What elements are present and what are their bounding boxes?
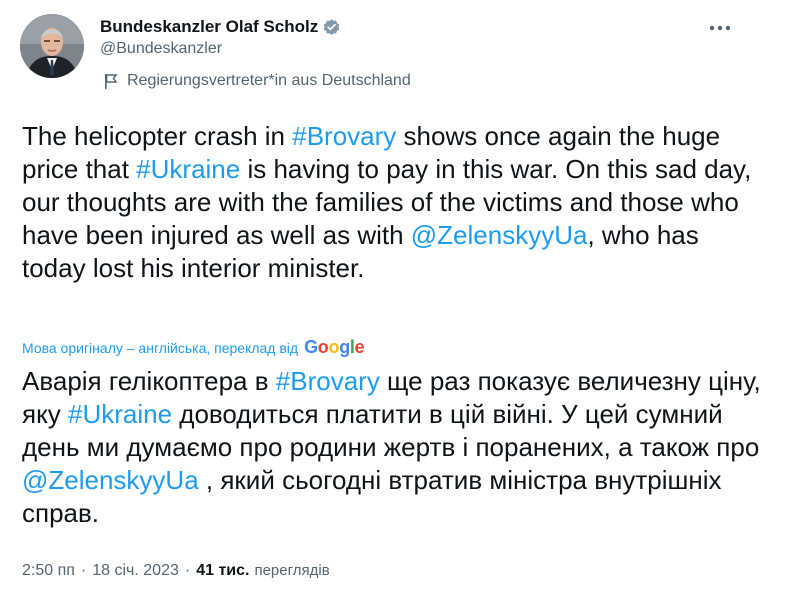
affiliation-text: Regierungsvertreter*in aus Deutschland — [127, 72, 411, 89]
avatar[interactable] — [20, 14, 84, 78]
author-display-name[interactable]: Bundeskanzler Olaf Scholz — [100, 17, 318, 37]
meta-separator: · — [80, 562, 87, 579]
hashtag-link-ukraine[interactable]: #Ukraine — [136, 154, 240, 184]
more-options-icon[interactable] — [705, 16, 735, 40]
tweet-date[interactable]: 18 січ. 2023 — [92, 562, 179, 580]
tweet-time[interactable]: 2:50 пп — [22, 562, 75, 580]
mention-link-zelenskyyua-translated[interactable]: @ZelenskyyUa — [22, 465, 199, 495]
tweet: Bundeskanzler Olaf Scholz @Bundeskanzler… — [0, 0, 791, 598]
author-handle[interactable]: @Bundeskanzler — [100, 40, 341, 58]
author-block: Bundeskanzler Olaf Scholz @Bundeskanzler — [100, 16, 341, 58]
meta-separator: · — [184, 562, 191, 579]
name-row: Bundeskanzler Olaf Scholz — [100, 16, 341, 38]
hashtag-link-brovary[interactable]: #Brovary — [292, 121, 396, 151]
hashtag-link-brovary-translated[interactable]: #Brovary — [276, 366, 380, 396]
avatar-portrait — [20, 14, 84, 78]
hashtag-link-ukraine-translated[interactable]: #Ukraine — [68, 399, 172, 429]
translation-note-text: Мова оригіналу – англійська, переклад ві… — [22, 339, 299, 356]
verified-badge-icon — [322, 18, 341, 37]
government-flag-icon — [104, 73, 118, 89]
google-logo: Google — [304, 337, 365, 357]
mention-link-zelenskyyua[interactable]: @ZelenskyyUa — [411, 220, 588, 250]
affiliation-label[interactable]: Regierungsvertreter*in aus Deutschland — [104, 72, 411, 90]
translated-text: Аварія гелікоптера в #Brovary ще раз пок… — [22, 365, 762, 530]
tweet-text-segment: The helicopter crash in — [22, 121, 293, 151]
tweet-text: The helicopter crash in #Brovary shows o… — [22, 120, 762, 285]
translated-text-segment: Аварія гелікоптера в — [22, 366, 276, 396]
views-count[interactable]: 41 тис. — [196, 562, 249, 580]
translation-note: Мова оригіналу – англійська, переклад ві… — [22, 337, 365, 358]
tweet-meta: 2:50 пп · 18 січ. 2023 · 41 тис. перегля… — [22, 562, 330, 580]
views-label: переглядів — [254, 562, 330, 579]
